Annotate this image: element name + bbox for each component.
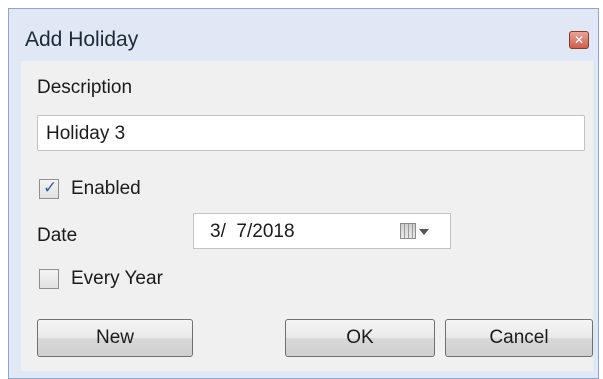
- every-year-checkbox[interactable]: [39, 269, 59, 289]
- title-bar[interactable]: Add Holiday ✕: [9, 9, 598, 59]
- enabled-label[interactable]: Enabled: [71, 178, 141, 200]
- description-input[interactable]: Holiday 3: [37, 115, 585, 151]
- ok-button[interactable]: OK: [285, 319, 435, 357]
- description-label: Description: [37, 77, 133, 98]
- close-icon: ✕: [573, 33, 585, 47]
- date-value: 3/ 7/2018: [210, 221, 295, 242]
- calendar-icon[interactable]: [400, 223, 416, 239]
- new-button[interactable]: New: [37, 319, 193, 357]
- enabled-checkbox[interactable]: ✓: [39, 178, 59, 199]
- chevron-down-icon[interactable]: [419, 229, 429, 235]
- date-label: Date: [37, 225, 78, 246]
- close-button[interactable]: ✕: [569, 31, 589, 49]
- date-picker[interactable]: 3/ 7/2018: [193, 213, 451, 249]
- dialog-body: Description Holiday 3 ✓ Enabled Date 3/ …: [21, 61, 593, 371]
- checkmark-icon: ✓: [43, 178, 58, 198]
- cancel-button[interactable]: Cancel: [445, 319, 593, 357]
- dialog-title: Add Holiday: [25, 28, 139, 51]
- every-year-label[interactable]: Every Year: [71, 268, 163, 290]
- add-holiday-dialog: Add Holiday ✕ Description Holiday 3 ✓ En…: [8, 8, 599, 379]
